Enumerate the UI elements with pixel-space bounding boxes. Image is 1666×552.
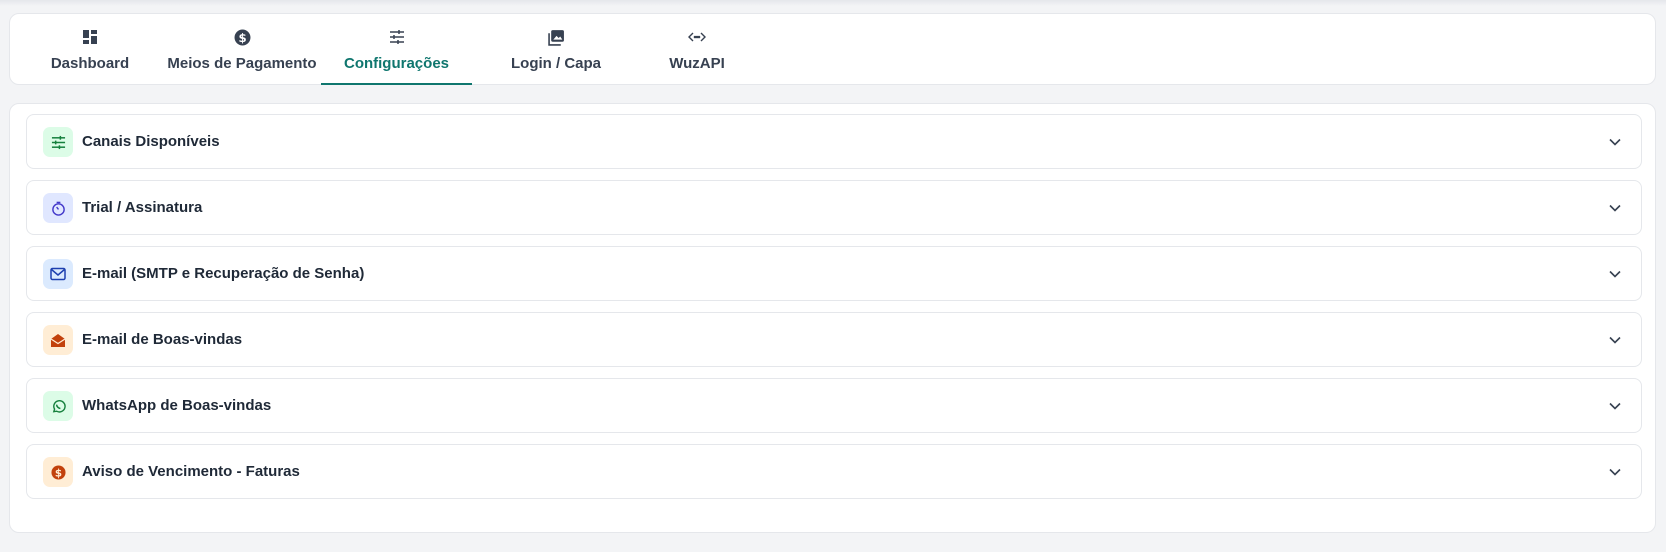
timer-icon	[43, 193, 73, 223]
chevron-down-icon[interactable]	[1607, 398, 1623, 414]
dollar-circle-icon: $	[43, 457, 73, 487]
chevron-down-icon[interactable]	[1607, 134, 1623, 150]
chevron-down-icon[interactable]	[1607, 200, 1623, 216]
dashboard-icon	[81, 28, 99, 46]
sliders-icon	[388, 28, 406, 46]
dollar-circle-icon: $	[233, 28, 251, 46]
svg-text:$: $	[54, 467, 61, 479]
tab-label: Login / Capa	[511, 55, 601, 72]
tab-dashboard[interactable]: Dashboard	[10, 14, 170, 85]
accordion-aviso-vencimento[interactable]: $ Aviso de Vencimento - Faturas	[26, 444, 1642, 499]
accordion-label: E-mail (SMTP e Recuperação de Senha)	[82, 265, 365, 282]
mail-icon	[43, 259, 73, 289]
accordion-email-smtp[interactable]: E-mail (SMTP e Recuperação de Senha)	[26, 246, 1642, 301]
accordion-label: Trial / Assinatura	[82, 199, 203, 216]
accordion-whatsapp-boas-vindas[interactable]: WhatsApp de Boas-vindas	[26, 378, 1642, 433]
tabs-nav: Dashboard $ Meios de Pagamento Configura…	[9, 13, 1656, 85]
sliders-icon	[43, 127, 73, 157]
chevron-down-icon[interactable]	[1607, 332, 1623, 348]
accordion-label: Aviso de Vencimento - Faturas	[82, 463, 300, 480]
whatsapp-icon	[43, 391, 73, 421]
tab-login-capa[interactable]: Login / Capa	[476, 14, 636, 85]
tab-label: Configurações	[343, 55, 449, 72]
chevron-down-icon[interactable]	[1607, 266, 1623, 282]
tab-label: Meios de Pagamento	[167, 55, 317, 72]
tab-label: Dashboard	[50, 55, 130, 72]
settings-card: Canais Disponíveis Trial / Assinatura E-…	[9, 103, 1656, 533]
tab-configuracoes[interactable]: Configurações	[321, 14, 472, 85]
chevron-down-icon[interactable]	[1607, 464, 1623, 480]
tab-label: WuzAPI	[669, 55, 725, 72]
accordion-trial-assinatura[interactable]: Trial / Assinatura	[26, 180, 1642, 235]
accordion-canais-disponiveis[interactable]: Canais Disponíveis	[26, 114, 1642, 169]
accordion-label: Canais Disponíveis	[82, 133, 220, 150]
top-shadow	[0, 0, 1666, 6]
accordion-label: E-mail de Boas-vindas	[82, 331, 243, 348]
code-icon	[688, 28, 706, 46]
tab-wuzapi[interactable]: WuzAPI	[617, 14, 777, 85]
accordion-email-boas-vindas[interactable]: E-mail de Boas-vindas	[26, 312, 1642, 367]
svg-text:$: $	[238, 30, 246, 44]
tab-meios-de-pagamento[interactable]: $ Meios de Pagamento	[162, 14, 322, 85]
image-icon	[547, 28, 565, 46]
mail-open-icon	[43, 325, 73, 355]
accordion-label: WhatsApp de Boas-vindas	[82, 397, 272, 414]
